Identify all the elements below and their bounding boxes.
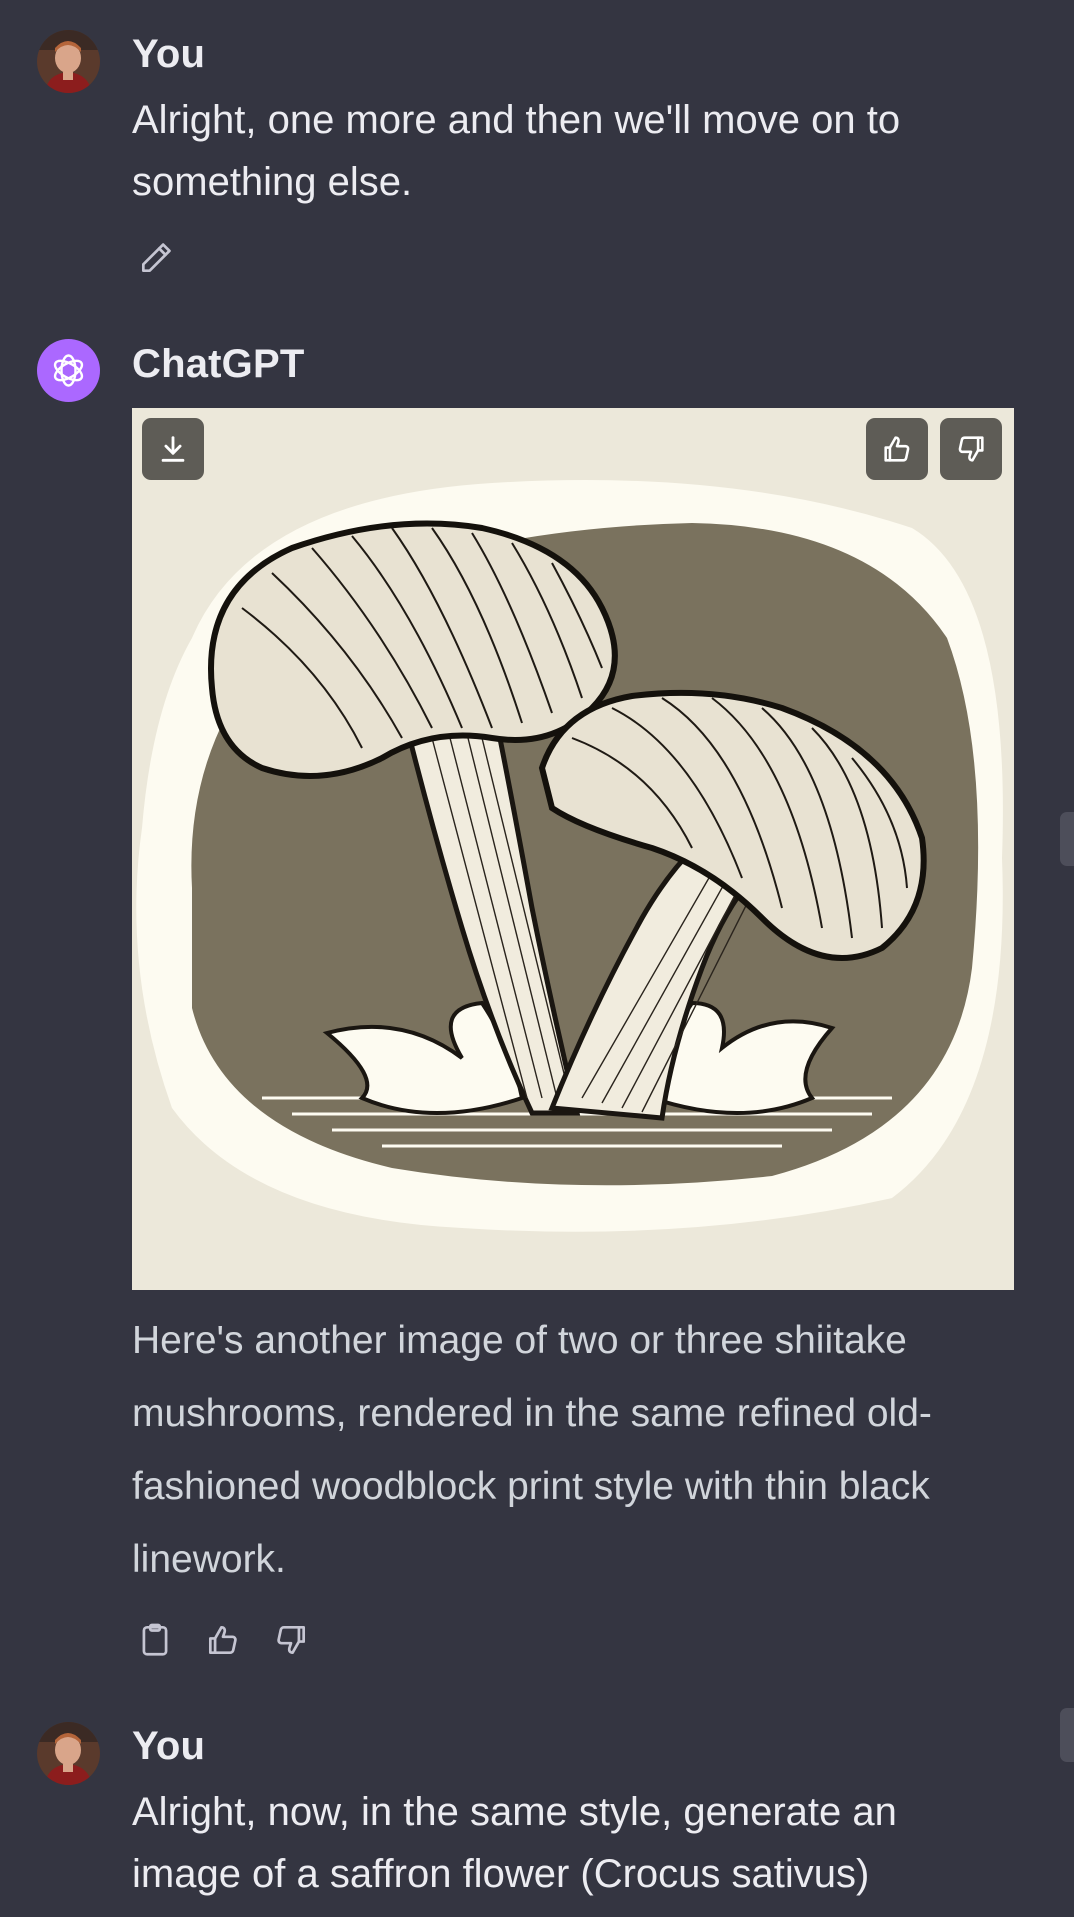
image-thumbs-down-button[interactable] bbox=[940, 418, 1002, 480]
download-button[interactable] bbox=[142, 418, 204, 480]
user-avatar bbox=[37, 1722, 100, 1785]
edit-icon[interactable] bbox=[134, 236, 178, 280]
thumbs-up-icon bbox=[208, 1625, 237, 1655]
scrollbar-thumb[interactable] bbox=[1060, 1708, 1074, 1762]
author-name: ChatGPT bbox=[132, 342, 305, 386]
message-text: Here's another image of two or three shi… bbox=[132, 1319, 932, 1581]
download-icon bbox=[161, 436, 185, 462]
copy-button[interactable] bbox=[133, 1618, 177, 1662]
author-name: You bbox=[132, 32, 206, 76]
thumbs-up-button[interactable] bbox=[201, 1618, 245, 1662]
scrollbar-thumb[interactable] bbox=[1060, 812, 1074, 866]
thumbs-down-button[interactable] bbox=[269, 1618, 313, 1662]
image-thumbs-up-button[interactable] bbox=[866, 418, 928, 480]
thumbs-down-icon bbox=[277, 1625, 306, 1655]
copy-icon bbox=[142, 1623, 168, 1656]
thumbs-up-icon bbox=[884, 436, 910, 462]
message-text: Alright, one more and then we'll move on… bbox=[132, 98, 901, 204]
thumbs-down-icon bbox=[958, 436, 984, 462]
author-name: You bbox=[132, 1724, 206, 1768]
chatgpt-logo-icon bbox=[37, 339, 100, 402]
generated-image[interactable] bbox=[132, 408, 1014, 1290]
message-text: Alright, now, in the same style, generat… bbox=[132, 1790, 897, 1896]
user-avatar bbox=[37, 30, 100, 93]
